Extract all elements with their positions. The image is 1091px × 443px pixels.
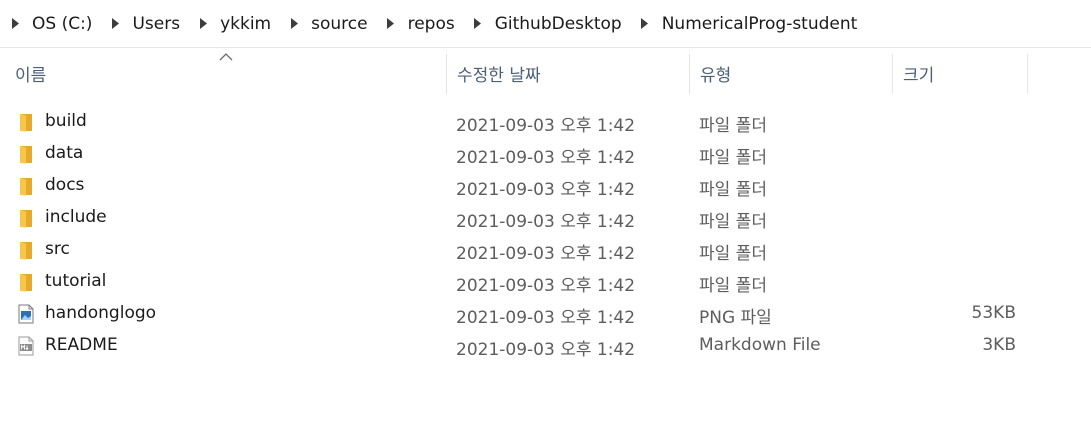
- file-name: src: [45, 239, 70, 259]
- file-list: build 2021-09-03 오후 1:42 파일 폴더 data 2021…: [0, 106, 1091, 362]
- markdown-file-icon: [16, 336, 36, 356]
- breadcrumb-item-current-folder[interactable]: NumericalProg-student: [662, 14, 858, 34]
- column-name-header[interactable]: 이름: [15, 61, 46, 97]
- file-name: docs: [45, 175, 85, 195]
- folder-icon: [16, 272, 36, 292]
- file-row-handonglogo[interactable]: handonglogo 2021-09-03 오후 1:42 PNG 파일 53…: [0, 298, 1091, 330]
- file-size: 53KB: [971, 303, 1016, 323]
- file-date: 2021-09-03 오후 1:42: [456, 340, 636, 360]
- file-date: 2021-09-03 오후 1:42: [456, 244, 636, 264]
- png-file-icon: [16, 304, 36, 324]
- file-date: 2021-09-03 오후 1:42: [456, 180, 636, 200]
- file-name: data: [45, 143, 84, 163]
- file-name: handonglogo: [45, 303, 157, 323]
- chevron-right-icon[interactable]: [287, 17, 301, 31]
- chevron-right-icon[interactable]: [8, 17, 22, 31]
- breadcrumb: OS (C:) Users ykkim source repos GithubD…: [0, 0, 1091, 48]
- file-type: 파일 폴더: [699, 148, 767, 168]
- file-type: 파일 폴더: [699, 180, 767, 200]
- breadcrumb-item-drive[interactable]: OS (C:): [32, 14, 92, 34]
- breadcrumb-item-source[interactable]: source: [311, 14, 367, 34]
- chevron-right-icon[interactable]: [471, 17, 485, 31]
- column-divider[interactable]: [892, 54, 893, 94]
- file-row-build[interactable]: build 2021-09-03 오후 1:42 파일 폴더: [0, 106, 1091, 138]
- file-name: README: [45, 335, 118, 355]
- file-date: 2021-09-03 오후 1:42: [456, 116, 636, 136]
- file-size: 3KB: [982, 335, 1016, 355]
- folder-icon: [16, 240, 36, 260]
- file-date: 2021-09-03 오후 1:42: [456, 276, 636, 296]
- column-divider[interactable]: [1027, 54, 1028, 94]
- breadcrumb-item-githubdesktop[interactable]: GithubDesktop: [495, 14, 622, 34]
- folder-icon: [16, 144, 36, 164]
- file-type: Markdown File: [699, 335, 821, 355]
- file-name: include: [45, 207, 107, 227]
- column-date-header[interactable]: 수정한 날짜: [457, 61, 541, 97]
- breadcrumb-item-repos[interactable]: repos: [408, 14, 455, 34]
- column-type-header[interactable]: 유형: [700, 61, 731, 97]
- file-date: 2021-09-03 오후 1:42: [456, 212, 636, 232]
- file-date: 2021-09-03 오후 1:42: [456, 308, 636, 328]
- column-divider[interactable]: [689, 54, 690, 94]
- file-type: 파일 폴더: [699, 276, 767, 296]
- folder-icon: [16, 112, 36, 132]
- breadcrumb-item-users[interactable]: Users: [132, 14, 180, 34]
- file-row-readme[interactable]: README 2021-09-03 오후 1:42 Markdown File …: [0, 330, 1091, 362]
- chevron-right-icon[interactable]: [196, 17, 210, 31]
- chevron-right-icon[interactable]: [108, 17, 122, 31]
- file-type: 파일 폴더: [699, 116, 767, 136]
- file-type: 파일 폴더: [699, 212, 767, 232]
- folder-icon: [16, 208, 36, 228]
- column-divider[interactable]: [446, 54, 447, 94]
- column-size-header[interactable]: 크기: [903, 61, 934, 97]
- file-row-tutorial[interactable]: tutorial 2021-09-03 오후 1:42 파일 폴더: [0, 266, 1091, 298]
- file-name: tutorial: [45, 271, 107, 291]
- file-type: 파일 폴더: [699, 244, 767, 264]
- breadcrumb-item-user[interactable]: ykkim: [220, 14, 271, 34]
- sort-ascending-icon: [219, 53, 233, 61]
- file-row-src[interactable]: src 2021-09-03 오후 1:42 파일 폴더: [0, 234, 1091, 266]
- folder-icon: [16, 176, 36, 196]
- file-name: build: [45, 111, 87, 131]
- chevron-right-icon[interactable]: [384, 17, 398, 31]
- chevron-right-icon[interactable]: [638, 17, 652, 31]
- file-type: PNG 파일: [699, 308, 772, 328]
- column-header: 이름 수정한 날짜 유형 크기: [0, 48, 1091, 96]
- file-row-docs[interactable]: docs 2021-09-03 오후 1:42 파일 폴더: [0, 170, 1091, 202]
- file-date: 2021-09-03 오후 1:42: [456, 148, 636, 168]
- file-row-include[interactable]: include 2021-09-03 오후 1:42 파일 폴더: [0, 202, 1091, 234]
- file-row-data[interactable]: data 2021-09-03 오후 1:42 파일 폴더: [0, 138, 1091, 170]
